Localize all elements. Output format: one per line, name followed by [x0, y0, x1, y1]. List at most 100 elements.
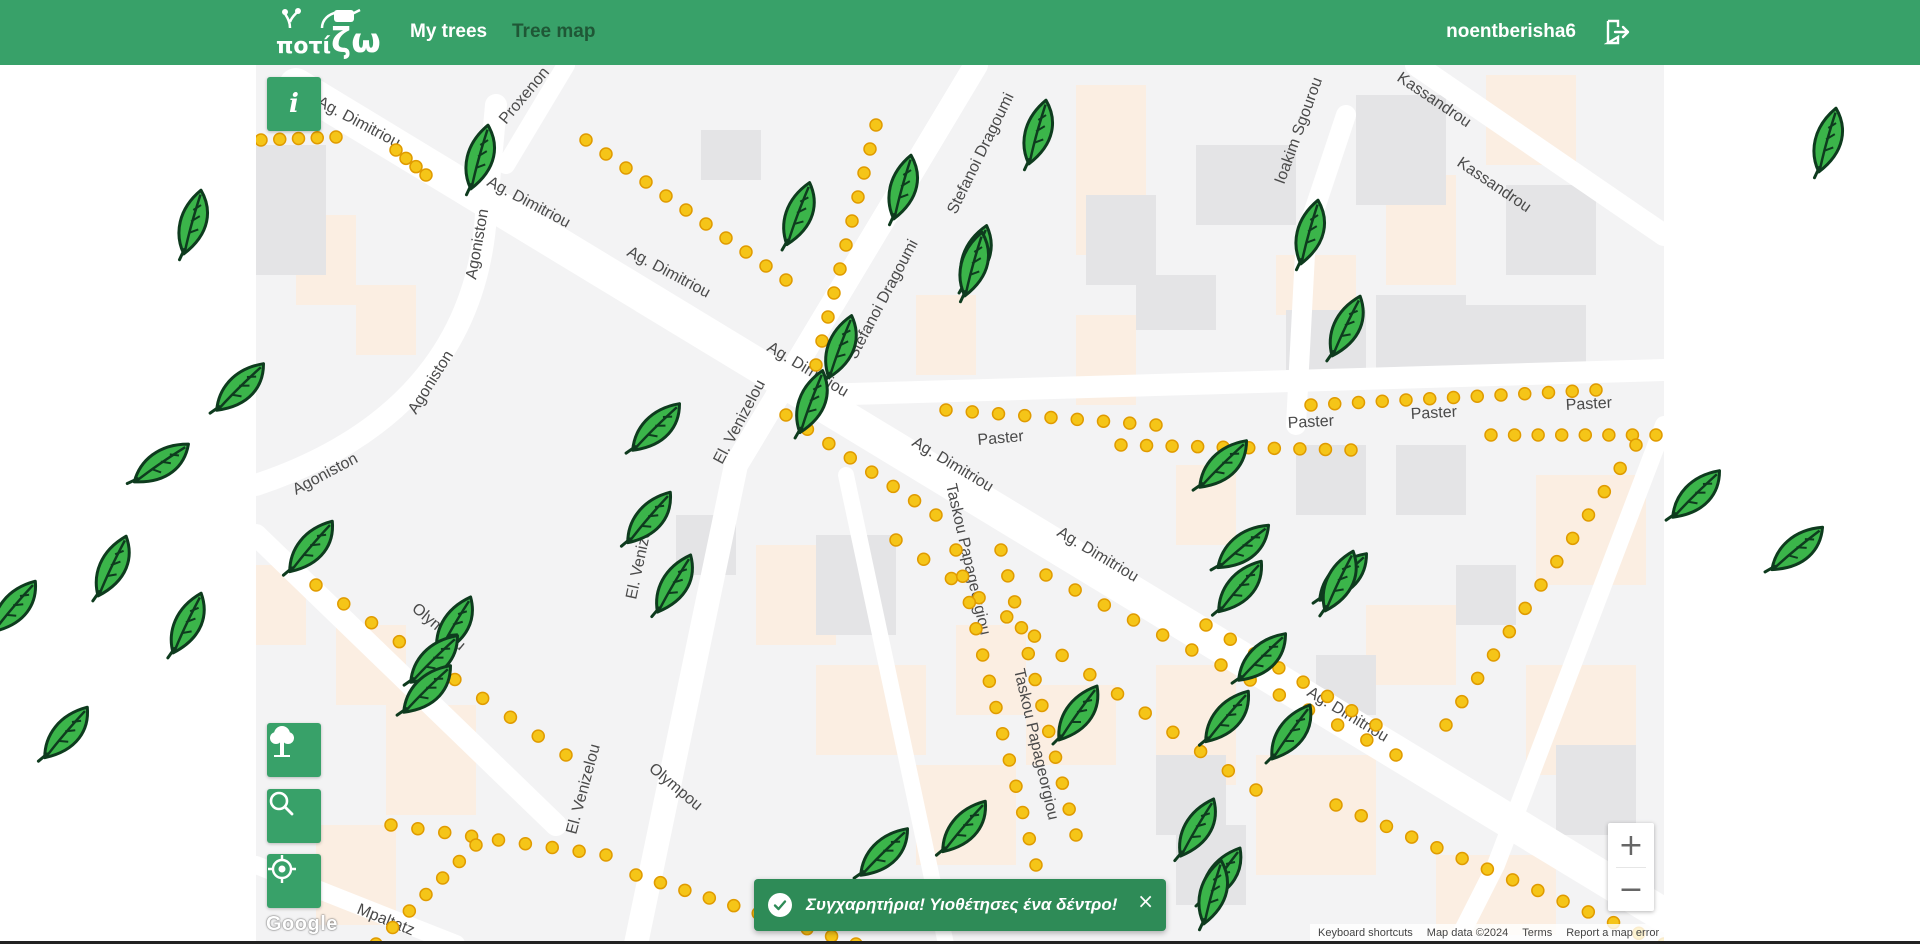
tree-marker[interactable]: [419, 168, 433, 182]
tree-marker[interactable]: [491, 833, 506, 847]
tree-marker[interactable]: [572, 844, 586, 858]
tree-marker[interactable]: [702, 891, 717, 905]
tree-marker[interactable]: [822, 436, 836, 451]
tree-marker[interactable]: [845, 214, 859, 228]
tree-marker[interactable]: [989, 700, 1003, 715]
tree-marker[interactable]: [969, 622, 983, 636]
tree-marker[interactable]: [995, 727, 1010, 741]
info-button[interactable]: i: [267, 77, 321, 131]
tree-marker[interactable]: [389, 143, 403, 157]
tree-marker[interactable]: [678, 883, 692, 898]
tree-marker[interactable]: [851, 190, 865, 204]
tree-marker[interactable]: [1318, 442, 1333, 457]
tree-marker[interactable]: [1531, 428, 1545, 442]
tree-marker[interactable]: [1329, 798, 1343, 812]
report-error-link[interactable]: Report a map error: [1566, 927, 1659, 939]
tree-marker[interactable]: [1430, 841, 1444, 855]
tree-marker[interactable]: [929, 508, 943, 522]
tree-marker[interactable]: [1360, 733, 1374, 747]
tree-marker[interactable]: [1018, 408, 1032, 423]
tree-marker[interactable]: [1002, 753, 1017, 767]
tree-marker[interactable]: [1039, 568, 1053, 582]
tree-marker[interactable]: [438, 825, 452, 840]
tree-marker[interactable]: [1389, 748, 1403, 762]
tree-marker[interactable]: [1138, 706, 1152, 720]
tree-marker[interactable]: [1446, 390, 1461, 405]
tree-marker[interactable]: [991, 407, 1006, 421]
tree-marker[interactable]: [889, 533, 903, 547]
tree-marker[interactable]: [1009, 779, 1023, 793]
tree-marker[interactable]: [939, 403, 953, 417]
tree-marker[interactable]: [310, 131, 324, 145]
username[interactable]: noentberisha6: [1446, 21, 1576, 43]
zoom-in-button[interactable]: +: [1608, 823, 1654, 867]
tree-marker[interactable]: [1029, 858, 1043, 872]
tree-marker[interactable]: [1554, 428, 1569, 442]
tree-marker[interactable]: [1069, 828, 1083, 842]
tree-marker[interactable]: [469, 838, 483, 852]
tree-marker[interactable]: [384, 818, 398, 832]
tree-marker[interactable]: [1565, 531, 1580, 546]
tree-marker[interactable]: [385, 920, 400, 935]
tree-marker[interactable]: [1214, 658, 1228, 672]
tree-marker[interactable]: [1249, 783, 1263, 797]
tree-marker[interactable]: [545, 840, 559, 855]
tree-marker[interactable]: [994, 543, 1008, 557]
tree-marker[interactable]: [1035, 698, 1049, 713]
tree-marker[interactable]: [1480, 862, 1495, 876]
tree-marker[interactable]: [1470, 671, 1485, 686]
tree-marker[interactable]: [1027, 629, 1042, 643]
tree-marker[interactable]: [1455, 851, 1469, 866]
tree-marker[interactable]: [273, 132, 287, 146]
tree-marker[interactable]: [944, 571, 959, 586]
tree-marker[interactable]: [1379, 819, 1394, 834]
tree-marker[interactable]: [399, 151, 413, 166]
tree-marker[interactable]: [1351, 395, 1366, 410]
tree-marker[interactable]: [1062, 802, 1076, 816]
tree-marker[interactable]: [1070, 412, 1084, 427]
tree-marker[interactable]: [1221, 764, 1236, 778]
tree-marker[interactable]: [1369, 718, 1383, 732]
tree-marker[interactable]: [1126, 613, 1141, 627]
tree-marker[interactable]: [1470, 389, 1484, 403]
tree-marker[interactable]: [827, 286, 841, 300]
tree-marker[interactable]: [1550, 554, 1564, 569]
tree-marker[interactable]: [1344, 703, 1359, 718]
tree-marker[interactable]: [1022, 832, 1037, 846]
tree-marker[interactable]: [1165, 439, 1179, 453]
tree-marker[interactable]: [392, 634, 407, 649]
tree-marker[interactable]: [659, 189, 673, 203]
tree-marker[interactable]: [1581, 508, 1596, 522]
tree-marker[interactable]: [1602, 428, 1616, 442]
tree-marker[interactable]: [1328, 397, 1342, 411]
tree-marker[interactable]: [975, 648, 990, 662]
tree-button[interactable]: [267, 723, 321, 777]
tree-marker[interactable]: [1439, 718, 1453, 732]
tree-marker[interactable]: [1484, 428, 1498, 442]
tree-marker[interactable]: [364, 616, 379, 630]
tree-marker[interactable]: [1613, 461, 1627, 476]
toast-close-button[interactable]: ×: [1137, 889, 1154, 913]
tree-marker[interactable]: [779, 273, 793, 287]
tree-marker[interactable]: [1155, 628, 1170, 642]
tree-marker[interactable]: [1507, 428, 1522, 442]
tree-marker[interactable]: [1486, 648, 1501, 662]
tree-marker[interactable]: [949, 543, 963, 557]
tree-marker[interactable]: [639, 175, 653, 189]
tree-marker[interactable]: [719, 231, 733, 245]
tree-marker[interactable]: [962, 595, 977, 610]
tree-marker[interactable]: [727, 898, 741, 913]
keyboard-shortcuts-link[interactable]: Keyboard shortcuts: [1318, 927, 1413, 939]
tree-marker[interactable]: [916, 552, 931, 566]
tree-marker[interactable]: [1423, 392, 1437, 406]
tree-marker[interactable]: [1502, 624, 1517, 639]
tree-marker[interactable]: [337, 597, 351, 611]
logout-icon[interactable]: [1604, 18, 1630, 46]
tree-marker[interactable]: [843, 451, 858, 465]
tree-marker[interactable]: [559, 748, 573, 762]
locate-button[interactable]: [267, 854, 321, 908]
zoom-out-button[interactable]: −: [1608, 867, 1654, 911]
tree-marker[interactable]: [1166, 725, 1180, 740]
tree-marker[interactable]: [1399, 393, 1413, 407]
tree-marker[interactable]: [1048, 750, 1063, 765]
